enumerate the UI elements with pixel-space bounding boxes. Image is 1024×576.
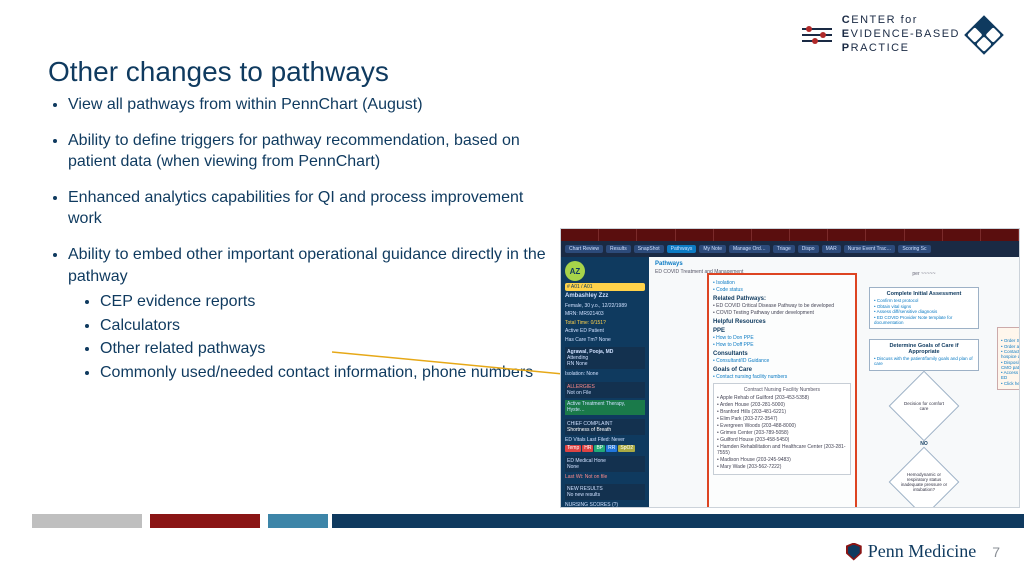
bullet-item: Ability to embed other important operati…: [68, 244, 548, 384]
toolbar-tab[interactable]: SnapShot: [634, 245, 664, 253]
sub-bullet-item: CEP evidence reports: [100, 291, 548, 313]
slide-color-bar: [32, 514, 1024, 528]
flow-no-label: NO: [920, 441, 928, 447]
penn-shield-icon: [846, 543, 862, 561]
pathway-main: Pathways ED COVID Treatment and Manageme…: [649, 257, 1019, 507]
flow-diamond-hemodynamic: Hemodynamic or respiratory status inadeq…: [889, 446, 960, 508]
bullet-item: Ability to define triggers for pathway r…: [68, 130, 548, 173]
embedded-resources-panel: • Isolation• Code statusRelated Pathways…: [707, 273, 857, 508]
care-team: Has Care Tm? None: [565, 337, 645, 344]
toolbar-tab[interactable]: My Note: [699, 245, 726, 253]
last-weight: Last Wt: Not on file: [565, 474, 645, 481]
sub-bullet-item: Other related pathways: [100, 338, 548, 360]
nursing-scores: NURSING SCORES (?): [565, 502, 645, 508]
attending-section: Agrawal, Pooja, MD Attending RN None: [565, 347, 645, 369]
sub-bullet-item: Calculators: [100, 315, 548, 337]
slide-footer: Penn Medicine 7: [846, 541, 1000, 562]
patient-avatar: AZ: [565, 261, 585, 281]
vitals-row: TempHRBPRRSpO2: [565, 445, 645, 452]
patient-name: Ambashley Zzz: [565, 293, 645, 301]
slide-title: Other changes to pathways: [48, 56, 389, 88]
toolbar-tab[interactable]: Results: [606, 245, 631, 253]
patient-mrn: MRN: MR921403: [565, 311, 645, 318]
bullet-list: View all pathways from within PennChart …: [48, 94, 548, 398]
page-number: 7: [992, 544, 1000, 560]
app-toolbar: Chart ReviewResultsSnapShotPathwaysMy No…: [561, 241, 1019, 257]
pennchart-screenshot: Chart ReviewResultsSnapShotPathwaysMy No…: [560, 228, 1020, 508]
cep-logo: CENTER for EVIDENCE-BASED PRACTICE: [802, 14, 998, 55]
browser-tabbar: [561, 229, 1019, 241]
flow-box-goals: Determine Goals of Care if Appropriate• …: [869, 339, 979, 371]
flow-diamond-comfort: Decision for comfort care: [889, 370, 960, 441]
flow-box-assessment: Complete Initial Assessment• Confirm tes…: [869, 287, 979, 329]
pathway-flow-column: per ~~~~~ Complete Initial Assessment• C…: [869, 271, 979, 508]
cep-sliders-icon: [802, 28, 832, 42]
med-section: ED Medical Hone None: [565, 456, 645, 472]
toolbar-tab[interactable]: Chart Review: [565, 245, 603, 253]
chief-complaint-section: CHIEF COMPLAINT Shortness of Breath: [565, 419, 645, 435]
ed-status: Active ED Patient: [565, 328, 645, 335]
footer-org: Penn Medicine: [868, 541, 976, 562]
sub-bullet-item: Commonly used/needed contact information…: [100, 362, 548, 384]
bullet-item: Enhanced analytics capabilities for QI a…: [68, 187, 548, 230]
vitals-label: ED Vitals Last Filed: Never: [565, 437, 645, 444]
patient-demo: Female, 30 y.o., 12/22/1989: [565, 303, 645, 310]
comfort-measures-box: Comfort Measures Only• Order SET CMO [11…: [997, 327, 1020, 390]
toolbar-tab[interactable]: Nurse Event Trac…: [844, 245, 896, 253]
pathway-right-column: Comfort Measures Only• Order SET CMO [11…: [997, 327, 1020, 390]
patient-sidebar: AZ # A01 / A01 Ambashley Zzz Female, 30 …: [561, 257, 649, 507]
toolbar-tab[interactable]: Triage: [773, 245, 795, 253]
history-pill: Active Treatment Therapy, Hyste…: [565, 400, 645, 415]
toolbar-tab[interactable]: Pathways: [667, 245, 697, 253]
isolation: Isolation: None: [565, 371, 645, 378]
toolbar-tab[interactable]: Manage Ord…: [729, 245, 770, 253]
results-section: NEW RESULTS No new results: [565, 484, 645, 500]
cep-diamond-icon: [964, 15, 1004, 55]
pathway-crumb: Pathways: [655, 261, 1013, 267]
toolbar-tab[interactable]: MAR: [822, 245, 841, 253]
toolbar-tab[interactable]: Dispo: [798, 245, 819, 253]
total-time: Total Time: 0/151?: [565, 320, 645, 327]
cep-logo-text: CENTER for EVIDENCE-BASED PRACTICE: [842, 14, 960, 55]
room-pill: # A01 / A01: [565, 283, 645, 291]
toolbar-tab[interactable]: Scoring Sc: [898, 245, 930, 253]
bullet-item: View all pathways from within PennChart …: [68, 94, 548, 116]
flow-top-label: per ~~~~~: [912, 271, 935, 277]
allergies-section: ALLERGIES Not on File: [565, 382, 645, 398]
